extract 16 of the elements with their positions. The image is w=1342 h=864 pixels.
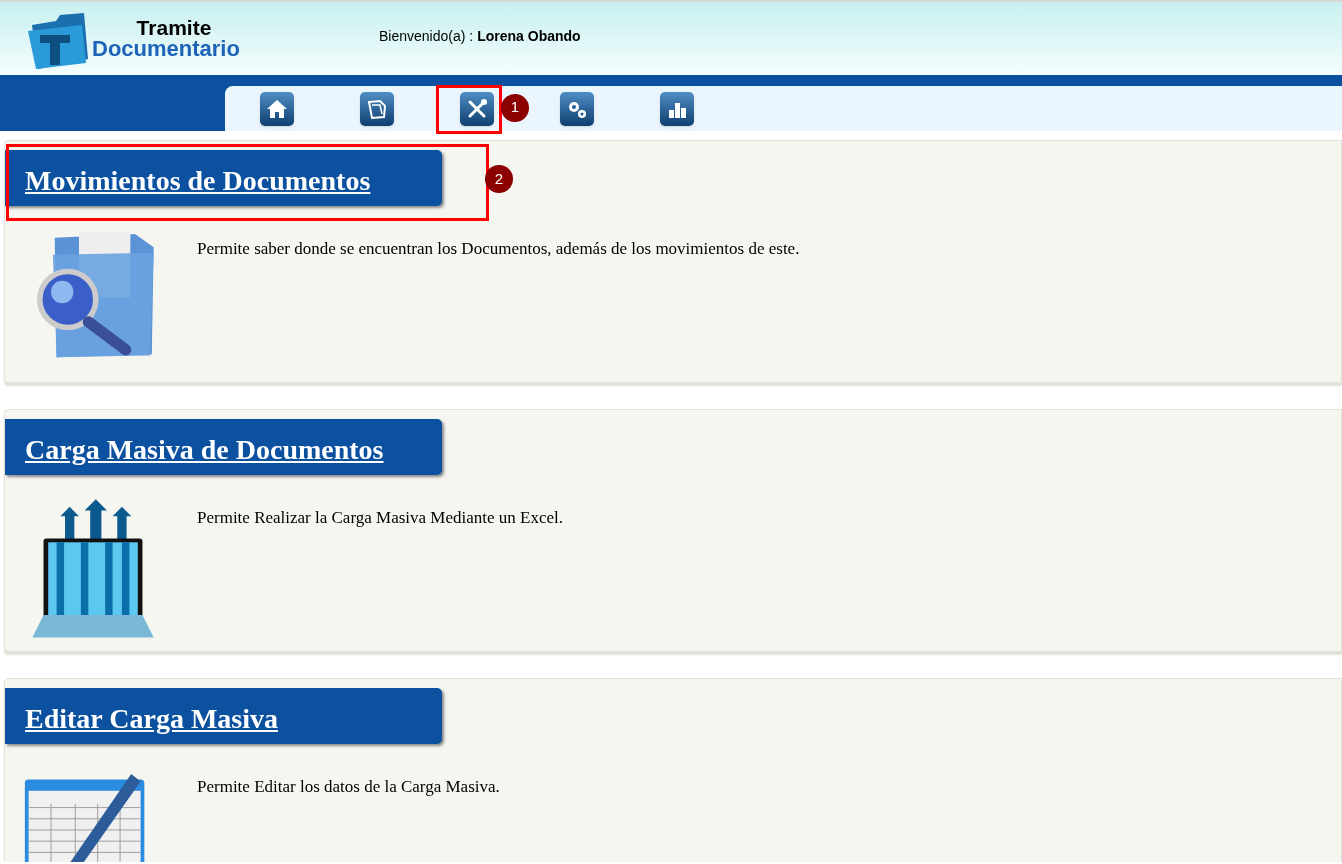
logo-text: Documentario	[92, 38, 240, 60]
section-description: Permite Editar los datos de la Carga Masiva.	[197, 776, 500, 798]
user-name: Lorena Obando	[477, 27, 581, 46]
gears-icon[interactable]	[560, 91, 594, 126]
section-title-link[interactable]: Editar Carga Masiva	[5, 688, 442, 744]
home-icon[interactable]	[260, 91, 294, 126]
welcome-label: Bienvenido(a) :	[379, 27, 474, 46]
chart-icon[interactable]	[660, 91, 694, 126]
folder-icon[interactable]	[360, 91, 394, 126]
section-description: Permite Realizar la Carga Masiva Mediante un Excel.	[197, 507, 563, 529]
callout-number: 1	[501, 93, 529, 122]
section-title-link[interactable]: Carga Masiva de Documentos	[5, 419, 442, 475]
section-description: Permite saber donde se encuentran los Documentos, además de los movimientos de este.	[197, 238, 800, 260]
tools-icon[interactable]	[460, 91, 494, 126]
logo-text: Tramite	[136, 17, 212, 38]
callout-number: 2	[485, 165, 513, 193]
